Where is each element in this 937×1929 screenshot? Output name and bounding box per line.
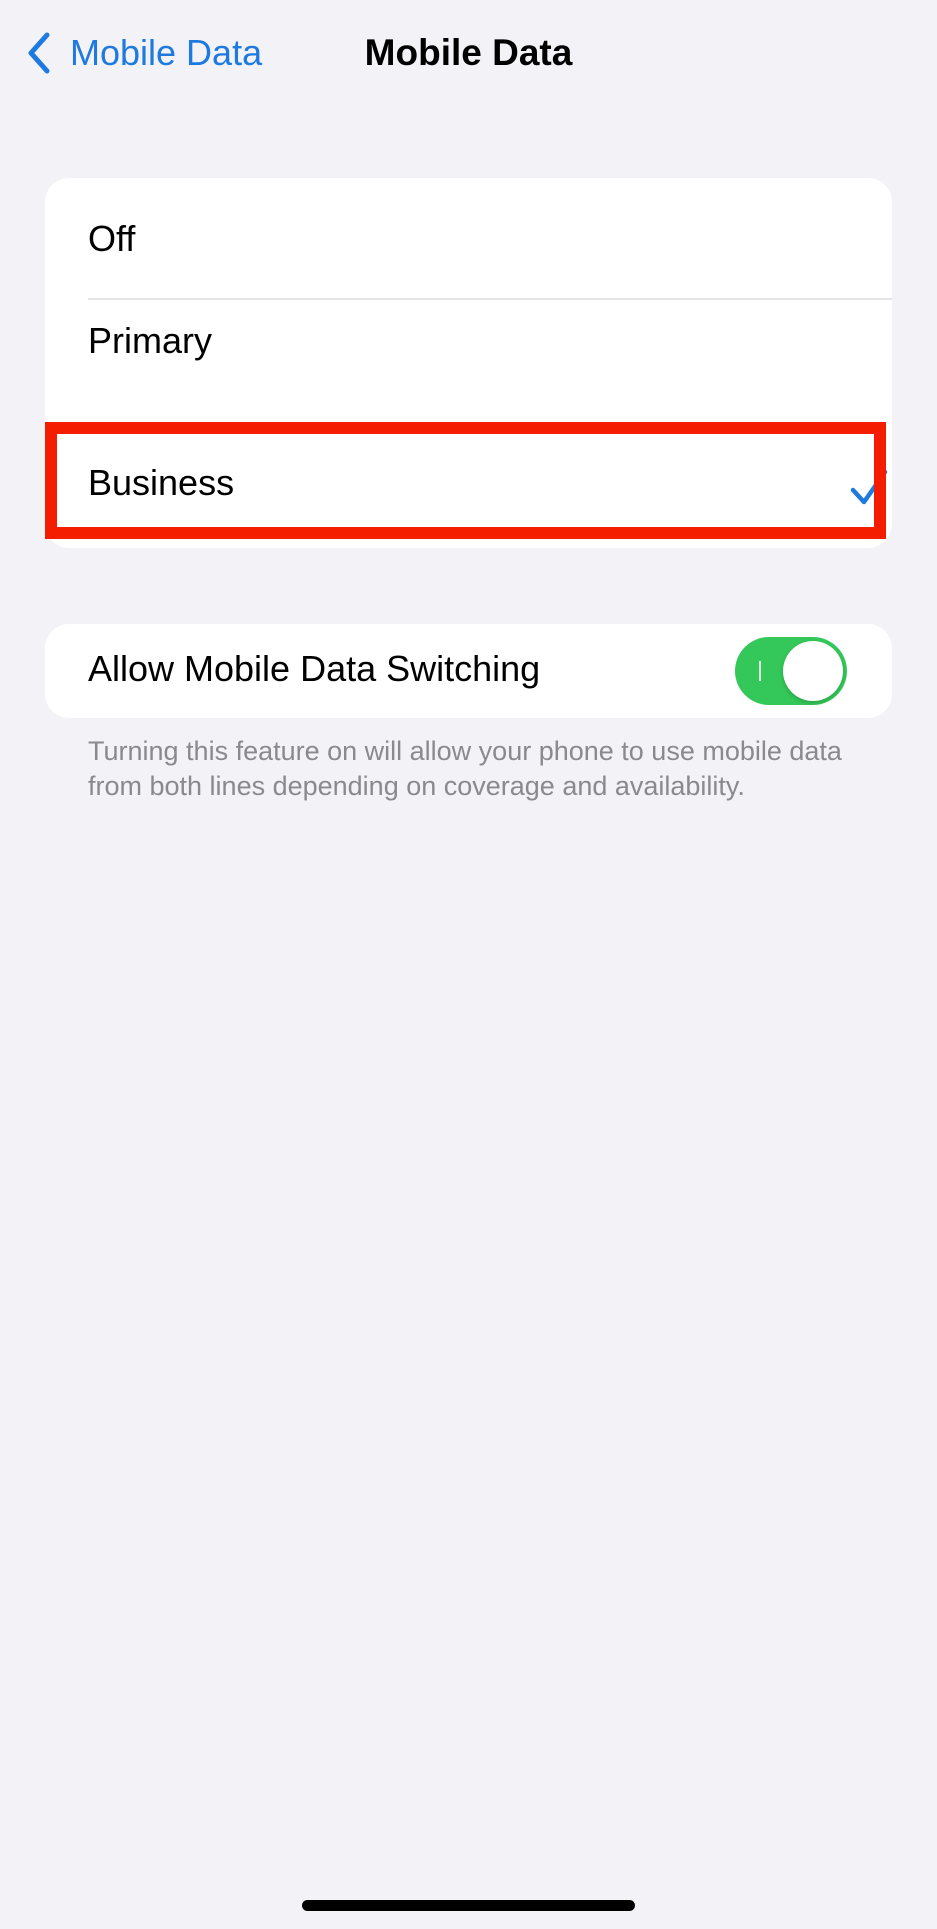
switching-group: Allow Mobile Data Switching: [45, 624, 892, 718]
switching-label: Allow Mobile Data Switching: [88, 648, 541, 689]
page-title: Mobile Data: [364, 32, 573, 73]
option-off[interactable]: [45, 178, 892, 298]
switching-footer-note: Turning this feature on will allow your …: [88, 736, 842, 801]
data-line-options-group: Off Primary Business: [45, 178, 892, 548]
mobile-data-switching-toggle[interactable]: [735, 637, 847, 705]
checkmark-icon: [850, 469, 888, 505]
option-primary-label: Primary: [88, 320, 212, 361]
toggle-on-indicator: [759, 661, 761, 681]
option-business-label: Business: [88, 462, 235, 503]
option-off-label: Off: [88, 218, 136, 259]
toggle-knob: [783, 641, 843, 701]
home-indicator[interactable]: [302, 1900, 635, 1911]
navigation-bar: Mobile Data Mobile Data: [0, 0, 937, 110]
